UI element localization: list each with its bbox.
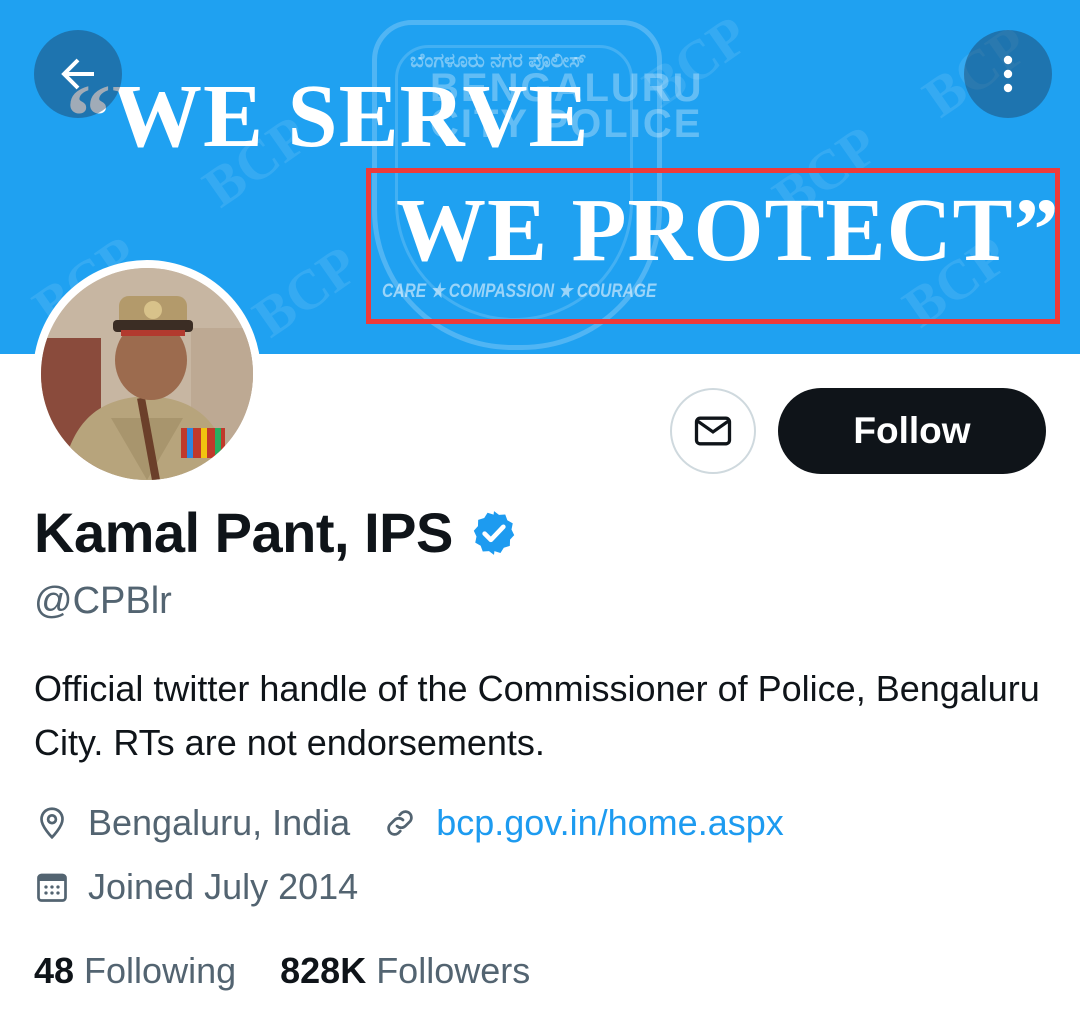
- back-button[interactable]: [34, 30, 122, 118]
- profile-stats: 48 Following 828K Followers: [34, 950, 530, 992]
- highlight-box: [366, 168, 1060, 324]
- location-text: Bengaluru, India: [88, 802, 351, 843]
- avatar-photo: [41, 268, 253, 480]
- profile-name-row: Kamal Pant, IPS: [34, 500, 519, 565]
- joined-item: Joined July 2014: [34, 866, 358, 908]
- website-item[interactable]: bcp.gov.in/home.aspx: [382, 802, 784, 844]
- profile-bio: Official twitter handle of the Commissio…: [34, 668, 1040, 763]
- calendar-icon: [37, 873, 67, 902]
- joined-text: Joined July 2014: [88, 866, 359, 907]
- more-options-button[interactable]: [964, 30, 1052, 118]
- location-item: Bengaluru, India: [34, 802, 350, 844]
- followers-label: Followers: [376, 950, 531, 991]
- location-pin-icon: [40, 807, 64, 840]
- website-link[interactable]: bcp.gov.in/home.aspx: [436, 802, 784, 844]
- followers-stat[interactable]: 828K Followers: [280, 950, 530, 992]
- profile-meta-row: Bengaluru, India bcp.gov.in/home.aspx: [34, 802, 784, 844]
- envelope-icon: [694, 416, 732, 446]
- arrow-left-icon: [61, 58, 94, 90]
- followers-count: 828K: [280, 950, 367, 991]
- profile-joined-row: Joined July 2014: [34, 866, 358, 908]
- profile-name: Kamal Pant, IPS: [34, 501, 453, 564]
- following-stat[interactable]: 48 Following: [34, 950, 236, 992]
- more-vertical-icon: [1003, 55, 1013, 93]
- banner-slogan-line1: “WE SERVE: [66, 67, 590, 166]
- officer-portrait-image: [41, 268, 253, 480]
- message-button[interactable]: [670, 388, 756, 474]
- follow-button[interactable]: Follow: [778, 388, 1046, 474]
- banner-watermark: BCP: [242, 234, 370, 350]
- link-icon: [387, 810, 413, 836]
- following-label: Following: [84, 950, 237, 991]
- verified-badge-icon[interactable]: [469, 508, 519, 558]
- profile-handle: @CPBlr: [34, 580, 172, 622]
- avatar[interactable]: [33, 260, 261, 488]
- following-count: 48: [34, 950, 75, 991]
